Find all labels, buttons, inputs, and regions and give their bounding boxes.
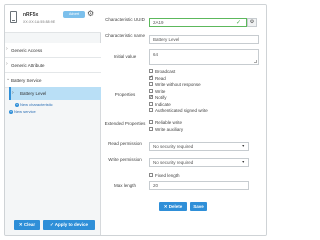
write-permission-label: Write permission xyxy=(108,157,142,162)
checkbox-box xyxy=(149,94,153,100)
uuid-settings-button[interactable]: ⚙ xyxy=(247,18,257,27)
checkbox-label: Authenticated signed write xyxy=(155,108,208,113)
uuid-label: Characteristic UUID xyxy=(105,17,145,22)
write-permission-select[interactable]: No security required ▼ xyxy=(149,158,249,167)
checkbox-box xyxy=(149,82,153,87)
chevron-right-icon: › xyxy=(6,46,8,52)
checkbox-label: Write auxiliary xyxy=(155,126,184,132)
service-battery[interactable]: ⌄ Battery Service xyxy=(5,73,101,88)
checkbox-authenticated-signed-write[interactable]: Authenticated signed write xyxy=(149,108,208,114)
chevron-right-icon: › xyxy=(12,90,14,96)
service-label: Generic Attribute xyxy=(11,63,45,68)
max-length-label: Max length xyxy=(113,183,136,188)
read-permission-value: No security required xyxy=(153,144,194,149)
apply-label: Apply to device xyxy=(54,222,89,227)
uuid-input[interactable]: 2A19 xyxy=(149,18,247,27)
device-name: nRF5x xyxy=(23,12,39,18)
checkbox-label: Fixed length xyxy=(155,173,180,178)
checkbox-box xyxy=(149,88,153,93)
device-address: XX:XX:1A:55:88:9E xyxy=(23,20,56,24)
checkbox-indicate[interactable]: Indicate xyxy=(149,102,171,108)
initial-value-text: 64 xyxy=(153,52,159,57)
max-length-input[interactable]: 20 xyxy=(149,181,249,190)
sidebar-button-bar: ✕ Clear ✓ Apply to device xyxy=(5,220,101,235)
service-generic-attribute[interactable]: › Generic Attribute xyxy=(5,58,101,73)
read-permission-label: Read permission xyxy=(108,141,142,146)
service-label: Battery Service xyxy=(11,78,42,83)
checkbox-reliable-write[interactable]: Reliable write xyxy=(149,120,182,126)
characteristic-battery-level[interactable]: › Battery Level xyxy=(9,87,101,100)
new-characteristic-link[interactable]: + New characteristic xyxy=(15,102,53,107)
checkbox-box xyxy=(149,126,153,131)
checkbox-box xyxy=(149,108,153,113)
checkbox-fixed-length[interactable]: Fixed length xyxy=(149,173,180,179)
checkbox-label: Write without response xyxy=(155,82,201,87)
checkbox-box xyxy=(149,101,153,106)
checkbox-box xyxy=(149,120,153,125)
checkbox-write-without-response[interactable]: Write without response xyxy=(149,82,201,88)
new-service-label: New service xyxy=(14,109,36,114)
checkbox-write-auxiliary[interactable]: Write auxiliary xyxy=(149,127,183,133)
read-permission-select[interactable]: No security required ▼ xyxy=(149,142,249,151)
extended-properties-label: Extended Properties xyxy=(104,121,146,126)
clear-button[interactable]: ✕ Clear xyxy=(14,220,40,230)
service-generic-access[interactable]: › Generic Access xyxy=(5,43,101,58)
name-label: Characteristic name xyxy=(104,33,145,38)
checkbox-box xyxy=(149,173,153,178)
save-button[interactable]: Save xyxy=(190,202,207,211)
write-permission-value: No security required xyxy=(153,160,194,165)
chevron-right-icon: › xyxy=(6,61,8,67)
checkbox-box xyxy=(149,74,153,80)
checkbox-notify[interactable]: Notify xyxy=(149,94,167,101)
new-characteristic-label: New characteristic xyxy=(20,102,53,107)
initial-value-input[interactable]: 64 xyxy=(149,49,259,65)
advert-badge[interactable]: Advert xyxy=(63,11,85,18)
plus-icon: + xyxy=(15,102,19,107)
checkbox-label: Read xyxy=(155,75,166,81)
checkbox-label: Indicate xyxy=(155,101,171,107)
chevron-down-icon: ▼ xyxy=(241,144,245,148)
initial-value-label: Initial value xyxy=(113,54,137,59)
properties-label: Properties xyxy=(114,92,136,97)
server-setup-sidebar: nRF5x XX:XX:1A:55:88:9E Advert ⚙ › Gener… xyxy=(5,5,101,235)
characteristic-label: Battery Level xyxy=(20,91,47,96)
new-service-link[interactable]: + New service xyxy=(9,109,36,114)
phone-icon xyxy=(10,11,17,23)
apply-to-device-button[interactable]: ✓ Apply to device xyxy=(43,220,95,230)
check-icon: ✓ xyxy=(236,20,242,26)
device-header: nRF5x XX:XX:1A:55:88:9E Advert ⚙ xyxy=(5,5,101,33)
checkbox-label: Notify xyxy=(155,95,167,100)
name-input[interactable]: Battery Level xyxy=(149,35,259,44)
chevron-down-icon: ⌄ xyxy=(6,76,11,82)
chevron-down-icon: ▼ xyxy=(241,160,245,164)
checkbox-label: Write xyxy=(155,88,166,94)
app-window: nRF5x XX:XX:1A:55:88:9E Advert ⚙ › Gener… xyxy=(4,4,267,236)
gear-icon[interactable]: ⚙ xyxy=(87,10,94,18)
checkbox-read[interactable]: Read xyxy=(149,74,166,82)
service-label: Generic Access xyxy=(11,48,43,53)
resize-handle[interactable] xyxy=(254,60,257,63)
clear-label: Clear xyxy=(23,222,36,227)
plus-icon: + xyxy=(9,109,13,114)
checkbox-label: Broadcast xyxy=(155,69,176,74)
characteristic-editor: Characteristic UUID 2A19 ✓ ⚙ Characteris… xyxy=(101,5,266,235)
checkbox-box xyxy=(149,69,153,74)
checkbox-label: Reliable write xyxy=(155,120,183,125)
delete-button[interactable]: ✕ Delete xyxy=(159,202,187,211)
